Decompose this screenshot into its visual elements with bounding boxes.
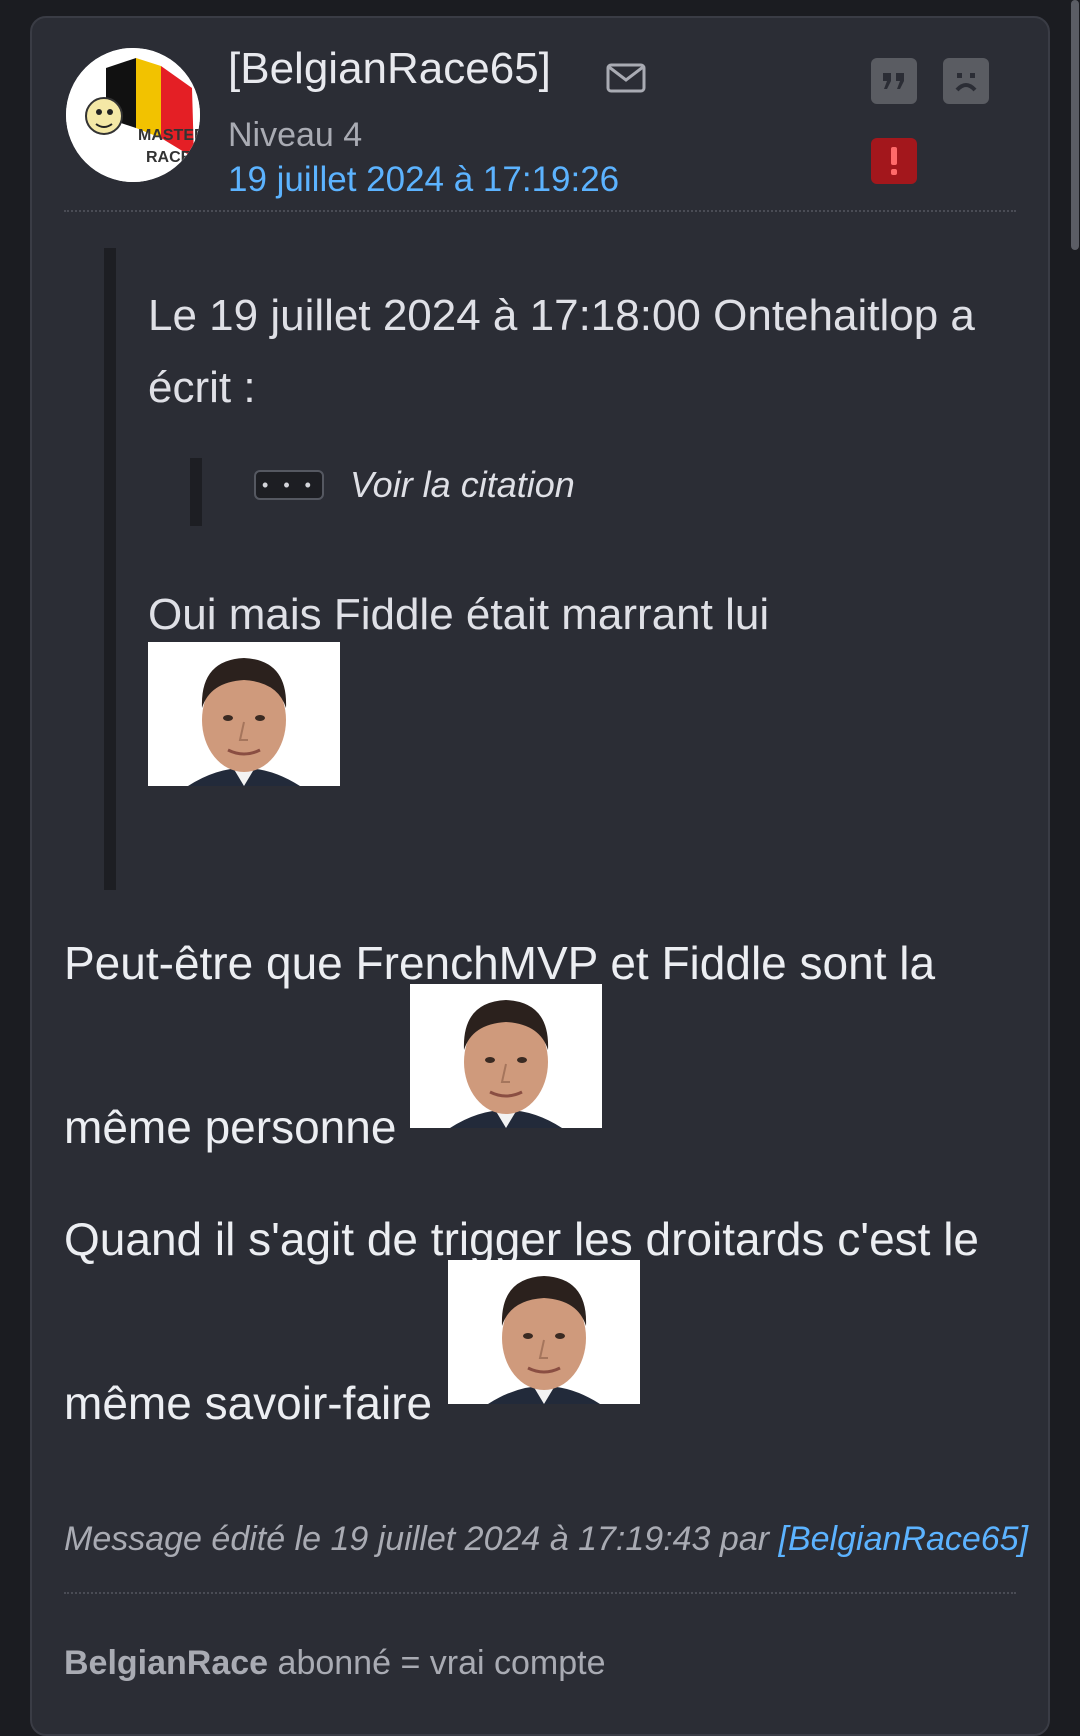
svg-text:RACE: RACE: [146, 149, 192, 166]
signature-text: abonné = vrai compte: [277, 1644, 606, 1682]
sad-face-icon: [955, 73, 977, 92]
sad-face-button[interactable]: [943, 58, 989, 104]
edit-author-link[interactable]: [BelgianRace65]: [779, 1520, 1029, 1558]
avatar[interactable]: MASTER RACE: [66, 48, 200, 182]
message-line-2: même personne: [64, 1101, 397, 1153]
quote-button[interactable]: [871, 58, 917, 104]
edit-notice: Message édité le 19 juillet 2024 à 17:19…: [64, 1520, 1028, 1559]
edit-notice-text: Message édité le 19 juillet 2024 à 17:19…: [64, 1520, 770, 1558]
quote-text: Oui mais Fiddle était marrant lui: [148, 590, 770, 639]
author-name[interactable]: [BelgianRace65]: [228, 44, 551, 94]
sticker-image: [410, 984, 602, 1128]
user-level: Niveau 4: [228, 116, 363, 154]
forum-post-card: MASTER RACE [BelgianRace65] Niveau 4 19 …: [30, 16, 1050, 1736]
message-line-4: même savoir-faire: [64, 1377, 433, 1429]
sticker-image: [448, 1260, 640, 1404]
post-date-link[interactable]: 19 juillet 2024 à 17:19:26: [228, 160, 619, 200]
report-button[interactable]: [871, 138, 917, 184]
message-line-3: Quand il s'agit de trigger les droitards…: [64, 1213, 980, 1265]
quote-bar: [104, 248, 116, 890]
expand-quote-button[interactable]: • • •: [254, 470, 324, 500]
svg-text:MASTER: MASTER: [138, 127, 200, 144]
message-line-1: Peut-être que FrenchMVP et Fiddle sont l…: [64, 937, 936, 989]
sticker-image: [148, 642, 340, 786]
signature-divider: [64, 1592, 1016, 1594]
exclamation-icon: [891, 147, 897, 175]
voir-citation-link[interactable]: Voir la citation: [350, 464, 575, 506]
mail-icon[interactable]: [606, 62, 646, 94]
scrollbar[interactable]: [1070, 0, 1080, 1707]
scrollbar-thumb[interactable]: [1071, 0, 1079, 250]
nested-quote-bar: [190, 458, 202, 526]
quote-icon: [883, 73, 904, 89]
quote-header: Le 19 juillet 2024 à 17:18:00 Ontehaitlo…: [148, 291, 975, 412]
header-divider: [64, 210, 1016, 212]
signature: BelgianRace abonné = vrai compte: [64, 1644, 605, 1683]
signature-bold: BelgianRace: [64, 1644, 269, 1682]
